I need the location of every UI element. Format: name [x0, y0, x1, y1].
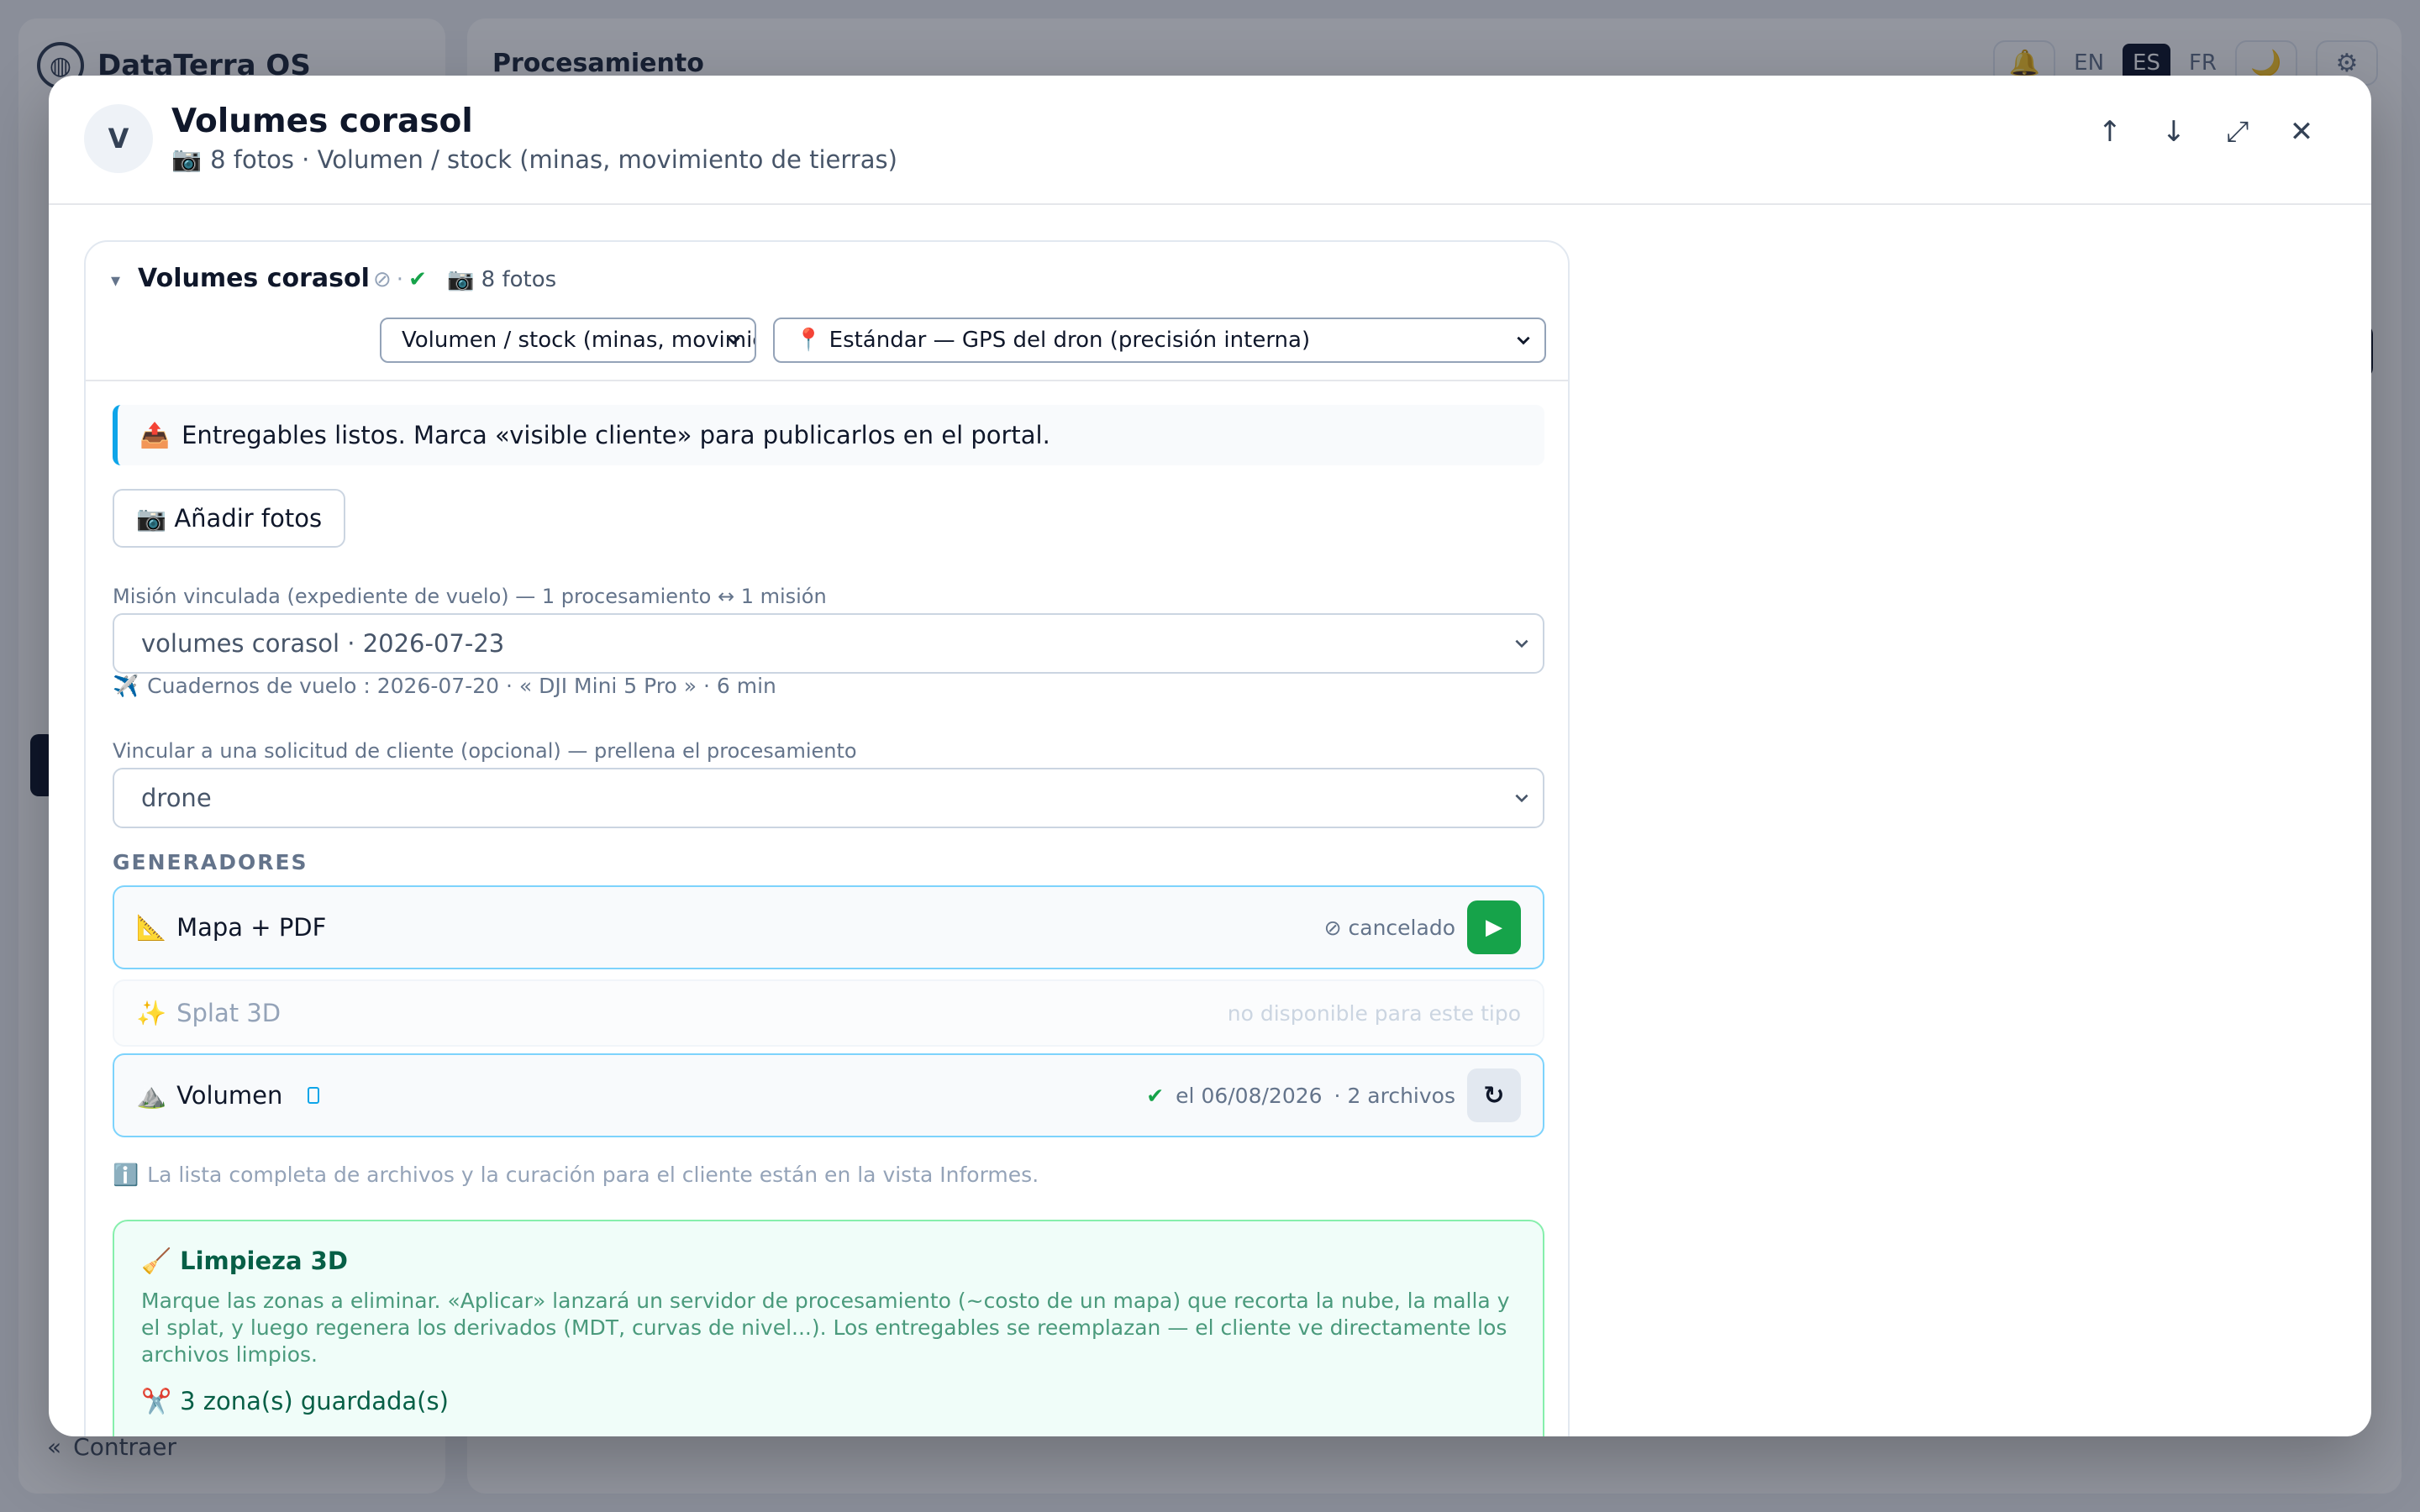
reports-info-text: La lista completa de archivos y la curac…	[147, 1163, 1039, 1187]
scissors-icon: ✂️	[141, 1387, 172, 1415]
cleanup-description: Marque las zonas a eliminar. «Aplicar» l…	[141, 1289, 1510, 1367]
cancelled-icon: ⊘	[373, 267, 392, 292]
rerun-generator-button[interactable]: ↻	[1467, 1068, 1521, 1122]
check-icon: ✔	[408, 267, 427, 292]
cleanup-3d-panel: 🧹 Limpieza 3D Marque las zonas a elimina…	[113, 1220, 1544, 1436]
camera-icon: 📷	[171, 144, 203, 173]
mission-label: Misión vinculada (expediente de vuelo) —…	[113, 585, 827, 608]
modal-header: V Volumes corasol 📷 8 fotos · Volumen / …	[49, 76, 2371, 205]
generator-map-pdf: 📐 Mapa + PDF ⊘ cancelado ▶	[113, 885, 1544, 969]
processing-type-value: Volumen / stock (minas, movimiento de ti…	[402, 328, 755, 353]
add-photos-button[interactable]: 📷 Añadir fotos	[113, 489, 346, 548]
gps-precision-select[interactable]: 📍 Estándar — GPS del dron (precisión int…	[773, 318, 1546, 363]
triangle-ruler-icon: 📐	[136, 912, 167, 942]
flight-log-note: ✈️ Cuadernos de vuelo : 2026-07-20 · « D…	[113, 674, 776, 699]
collapse-caret-icon[interactable]: ▾	[111, 270, 120, 291]
move-down-button[interactable]: ↓	[2154, 113, 2193, 151]
document-link-icon[interactable]	[308, 1087, 320, 1104]
card-title: Volumes corasol	[138, 264, 370, 293]
generator-label: Mapa + PDF	[176, 913, 327, 942]
outbox-icon: 📤	[139, 420, 171, 449]
chevron-down-icon	[727, 336, 740, 345]
airplane-icon: ✈️	[113, 674, 139, 698]
mission-select[interactable]: volumes corasol · 2026-07-23	[113, 613, 1544, 674]
generator-volume: ⛰️ Volumen ✔ el 06/08/2026 · 2 archivos …	[113, 1053, 1544, 1137]
info-icon: ℹ️	[113, 1163, 139, 1187]
generator-status: ⊘ cancelado ▶	[1324, 900, 1521, 954]
modal-title: Volumes corasol	[171, 102, 473, 140]
saved-zones-text: 3 zona(s) guardada(s)	[180, 1387, 449, 1415]
client-request-value: drone	[141, 784, 212, 812]
card-header: ▾ Volumes corasol ⊘ · ✔ 📷 8 fotos Volume…	[86, 242, 1568, 381]
mission-value: volumes corasol · 2026-07-23	[141, 629, 505, 658]
processing-card: ▾ Volumes corasol ⊘ · ✔ 📷 8 fotos Volume…	[84, 240, 1570, 1436]
status-separator: ·	[396, 267, 404, 292]
cleanup-title: 🧹 Limpieza 3D	[141, 1247, 1516, 1276]
generator-name: ✨ Splat 3D	[136, 999, 281, 1028]
processing-modal: V Volumes corasol 📷 8 fotos · Volumen / …	[49, 76, 2371, 1436]
flight-log-text: Cuadernos de vuelo : 2026-07-20 · « DJI …	[147, 674, 776, 698]
deliverables-notice: 📤 Entregables listos. Marca «visible cli…	[113, 405, 1544, 465]
modal-body[interactable]: ▾ Volumes corasol ⊘ · ✔ 📷 8 fotos Volume…	[49, 207, 2371, 1436]
cleanup-title-text: Limpieza 3D	[180, 1247, 348, 1275]
client-request-select[interactable]: drone	[113, 768, 1544, 828]
gps-precision-value: 📍 Estándar — GPS del dron (precisión int…	[795, 328, 1311, 353]
chevron-down-icon	[1515, 794, 1528, 803]
close-button[interactable]: ✕	[2282, 113, 2321, 151]
modal-header-actions: ↑ ↓ ⤢ ✕	[2091, 113, 2321, 151]
expand-button[interactable]: ⤢	[2218, 113, 2257, 151]
saved-zones: ✂️ 3 zona(s) guardada(s)	[141, 1387, 1516, 1416]
run-generator-button[interactable]: ▶	[1467, 900, 1521, 954]
completed-date: el 06/08/2026	[1176, 1083, 1323, 1108]
status-icons: ⊘ · ✔	[373, 267, 427, 292]
processing-type-select[interactable]: Volumen / stock (minas, movimiento de ti…	[380, 318, 756, 363]
generator-name: ⛰️ Volumen	[136, 1080, 320, 1110]
modal-subtitle-text: 8 fotos · Volumen / stock (minas, movimi…	[210, 144, 897, 174]
notice-text: Entregables listos. Marca «visible clien…	[182, 421, 1050, 449]
file-count: · 2 archivos	[1334, 1083, 1455, 1108]
unavailable-status: no disponible para este tipo	[1227, 1000, 1521, 1026]
chevron-down-icon	[1517, 336, 1530, 345]
cancelled-status: ⊘ cancelado	[1323, 915, 1455, 940]
broom-icon: 🧹	[141, 1247, 172, 1275]
generators-heading: GENERADORES	[113, 850, 308, 874]
generator-label: Volumen	[176, 1081, 283, 1110]
avatar: V	[84, 104, 153, 173]
check-icon: ✔	[1146, 1083, 1165, 1108]
sparkles-icon: ✨	[136, 998, 167, 1027]
move-up-button[interactable]: ↑	[2091, 113, 2129, 151]
modal-subtitle: 📷 8 fotos · Volumen / stock (minas, movi…	[171, 144, 897, 174]
reports-info: ℹ️ La lista completa de archivos y la cu…	[113, 1163, 1039, 1188]
generator-splat-3d: ✨ Splat 3D no disponible para este tipo	[113, 979, 1544, 1047]
photo-count: 📷 8 fotos	[447, 267, 557, 292]
mountain-icon: ⛰️	[136, 1080, 167, 1110]
generator-name: 📐 Mapa + PDF	[136, 913, 326, 942]
generator-status: ✔ el 06/08/2026 · 2 archivos ↻	[1146, 1068, 1521, 1122]
generator-label: Splat 3D	[176, 999, 281, 1027]
client-request-label: Vincular a una solicitud de cliente (opc…	[113, 739, 857, 763]
chevron-down-icon	[1515, 639, 1528, 648]
